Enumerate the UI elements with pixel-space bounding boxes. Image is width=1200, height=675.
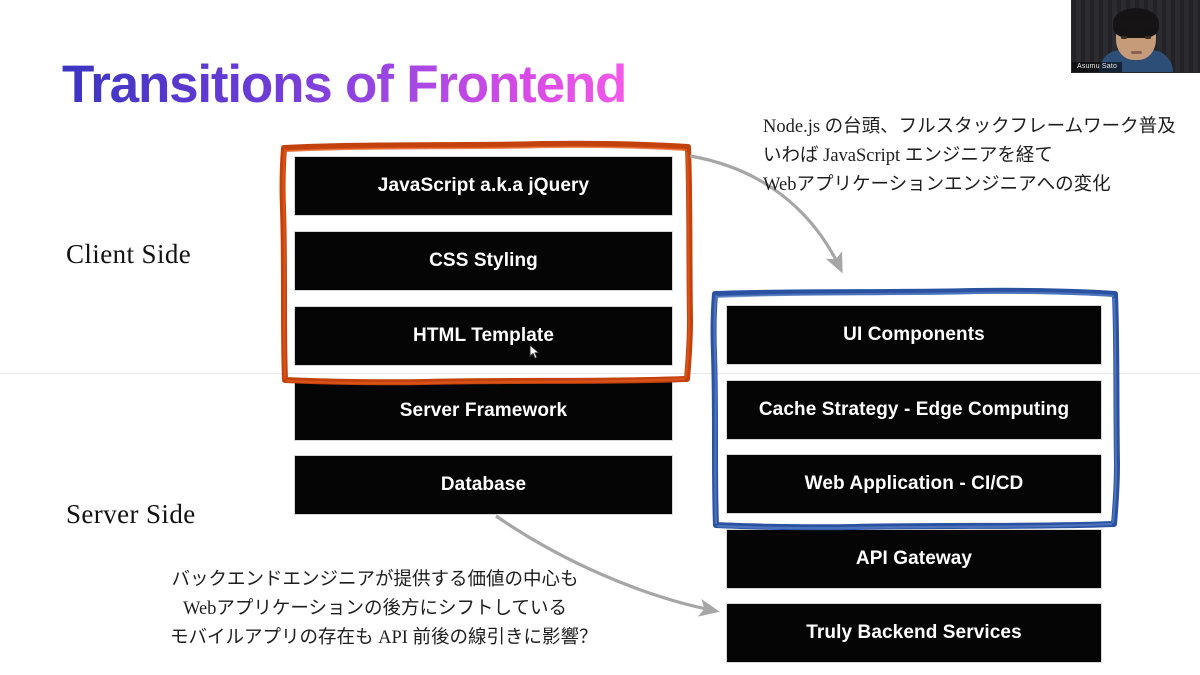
page-title: Transitions of Frontend [62,55,627,114]
stack-item-html-template[interactable]: HTML Template [295,307,672,365]
mouse-cursor [529,344,541,359]
bottom-left-annotation: バックエンドエンジニアが提供する価値の中心も Webアプリケーションの後方にシフ… [170,570,598,649]
stack-item-web-application-cicd[interactable]: Web Application - CI/CD [727,455,1101,513]
webcam-participant-name: Asumu Sato [1072,62,1123,72]
stack-item-truly-backend-services[interactable]: Truly Backend Services [727,604,1101,662]
stack-item-css-styling[interactable]: CSS Styling [295,232,672,290]
stack-item-javascript-jquery[interactable]: JavaScript a.k.a jQuery [295,157,672,215]
slide-divider-line [0,373,1200,374]
stack-item-api-gateway[interactable]: API Gateway [727,530,1101,588]
webcam-person-eye-right [1145,36,1151,39]
webcam-person-eye-left [1121,36,1127,39]
webcam-person-mouth [1131,51,1142,54]
stack-item-server-framework[interactable]: Server Framework [295,382,672,440]
stack-item-database[interactable]: Database [295,456,672,514]
client-side-label: Client Side [66,239,192,269]
top-right-annotation: Node.js の台頭、フルスタックフレームワーク普及 いわば JavaScri… [763,117,1176,196]
webcam-person-fringe [1115,20,1157,32]
stack-item-cache-strategy[interactable]: Cache Strategy - Edge Computing [727,381,1101,439]
presentation-slide: Transitions of Frontend Client Side Serv… [0,0,1200,675]
webcam-video-tile[interactable]: Asumu Sato [1071,0,1200,73]
stack-item-ui-components[interactable]: UI Components [727,306,1101,364]
server-side-label: Server Side [66,499,196,529]
